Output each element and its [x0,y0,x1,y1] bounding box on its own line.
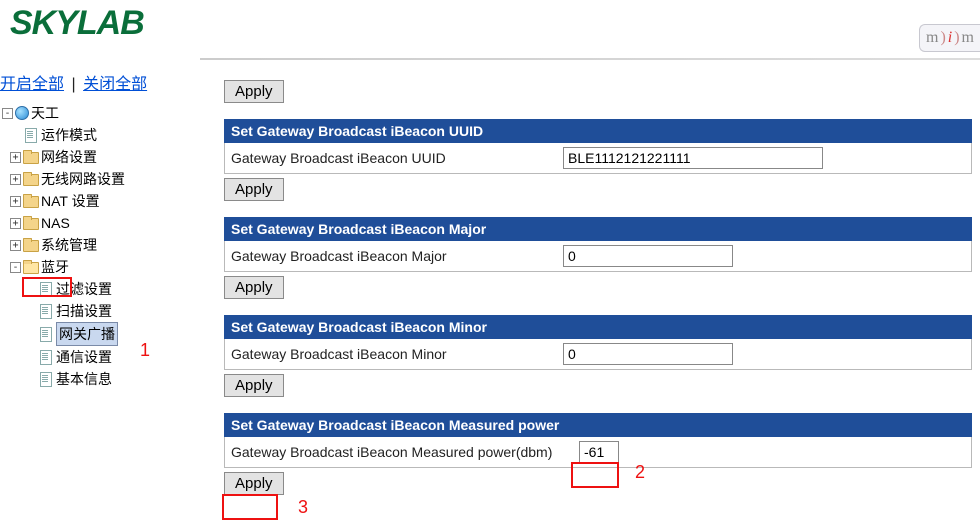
expand-icon[interactable] [10,174,21,185]
field-label-major: Gateway Broadcast iBeacon Major [225,242,557,270]
tree-item-system[interactable]: 系统管理 [0,234,206,256]
tree-item-label[interactable]: 过滤设置 [56,278,112,300]
folder-icon [23,238,39,252]
tree-item-comm[interactable]: 通信设置 [0,346,206,368]
tree-item-wireless[interactable]: 无线网路设置 [0,168,206,190]
tree-item-label[interactable]: 扫描设置 [56,300,112,322]
collapse-icon[interactable] [10,262,21,273]
tree-item-label[interactable]: 运作模式 [41,124,97,146]
power-input[interactable] [579,441,619,463]
tree-item-label[interactable]: 网络设置 [41,146,97,168]
folder-icon [23,172,39,186]
tree-item-nas[interactable]: NAS [0,212,206,234]
apply-button-major[interactable]: Apply [224,276,284,299]
tree-item-network[interactable]: 网络设置 [0,146,206,168]
page-icon [38,282,54,296]
tree-item-scan[interactable]: 扫描设置 [0,300,206,322]
apply-button-top[interactable]: Apply [224,80,284,103]
field-label-power: Gateway Broadcast iBeacon Measured power… [225,438,573,466]
section-header-major: Set Gateway Broadcast iBeacon Major [224,217,972,241]
sidebar: 开启全部 | 关闭全部 天工 运作模式 网络设置 [0,60,210,522]
page-icon [23,128,39,142]
header: SKYLAB m ) i ) m [0,0,980,60]
folder-icon [23,194,39,208]
section-header-minor: Set Gateway Broadcast iBeacon Minor [224,315,972,339]
tree-root[interactable]: 天工 [0,102,206,124]
collapse-icon[interactable] [2,108,13,119]
main-content: Apply Set Gateway Broadcast iBeacon UUID… [210,60,980,522]
badge-mim-icon: m ) i ) m [919,24,980,52]
folder-icon [23,150,39,164]
page-icon [38,372,54,386]
tree-expand-controls: 开启全部 | 关闭全部 [0,66,206,102]
tree-root-label[interactable]: 天工 [31,102,59,124]
tree-item-bluetooth[interactable]: 蓝牙 [0,256,206,278]
expand-icon[interactable] [10,240,21,251]
globe-icon [15,106,29,120]
field-label-minor: Gateway Broadcast iBeacon Minor [225,340,557,368]
tree-item-label[interactable]: 无线网路设置 [41,168,125,190]
expand-icon[interactable] [10,218,21,229]
logo: SKYLAB [10,4,144,43]
apply-button-power[interactable]: Apply [224,472,284,495]
tree-item-label[interactable]: 基本信息 [56,368,112,390]
tree-item-label[interactable]: 通信设置 [56,346,112,368]
expand-icon[interactable] [10,196,21,207]
folder-open-icon [23,260,39,274]
folder-icon [23,216,39,230]
minor-input[interactable] [563,343,733,365]
separator: | [68,76,78,93]
apply-button-minor[interactable]: Apply [224,374,284,397]
tree-item-basic-info[interactable]: 基本信息 [0,368,206,390]
tree-item-label[interactable]: NAS [41,212,70,234]
tree-item-label-selected[interactable]: 网关广播 [56,322,118,346]
page-icon [38,304,54,318]
tree-item-filter[interactable]: 过滤设置 [0,278,206,300]
tree-item-label[interactable]: 系统管理 [41,234,97,256]
section-header-power: Set Gateway Broadcast iBeacon Measured p… [224,413,972,437]
apply-button-uuid[interactable]: Apply [224,178,284,201]
expand-icon[interactable] [10,152,21,163]
major-input[interactable] [563,245,733,267]
nav-tree: 天工 运作模式 网络设置 无线网路设置 NAT 设置 [0,102,206,390]
field-label-uuid: Gateway Broadcast iBeacon UUID [225,144,557,172]
uuid-input[interactable] [563,147,823,169]
tree-item-label[interactable]: NAT 设置 [41,190,100,212]
tree-item-operate-mode[interactable]: 运作模式 [0,124,206,146]
page-icon [38,350,54,364]
tree-item-gateway-broadcast[interactable]: 网关广播 [0,322,206,346]
tree-item-label[interactable]: 蓝牙 [41,256,69,278]
page-icon [38,327,54,341]
header-divider [200,58,980,60]
section-header-uuid: Set Gateway Broadcast iBeacon UUID [224,119,972,143]
close-all-link[interactable]: 关闭全部 [83,76,147,93]
open-all-link[interactable]: 开启全部 [0,76,64,93]
tree-item-nat[interactable]: NAT 设置 [0,190,206,212]
